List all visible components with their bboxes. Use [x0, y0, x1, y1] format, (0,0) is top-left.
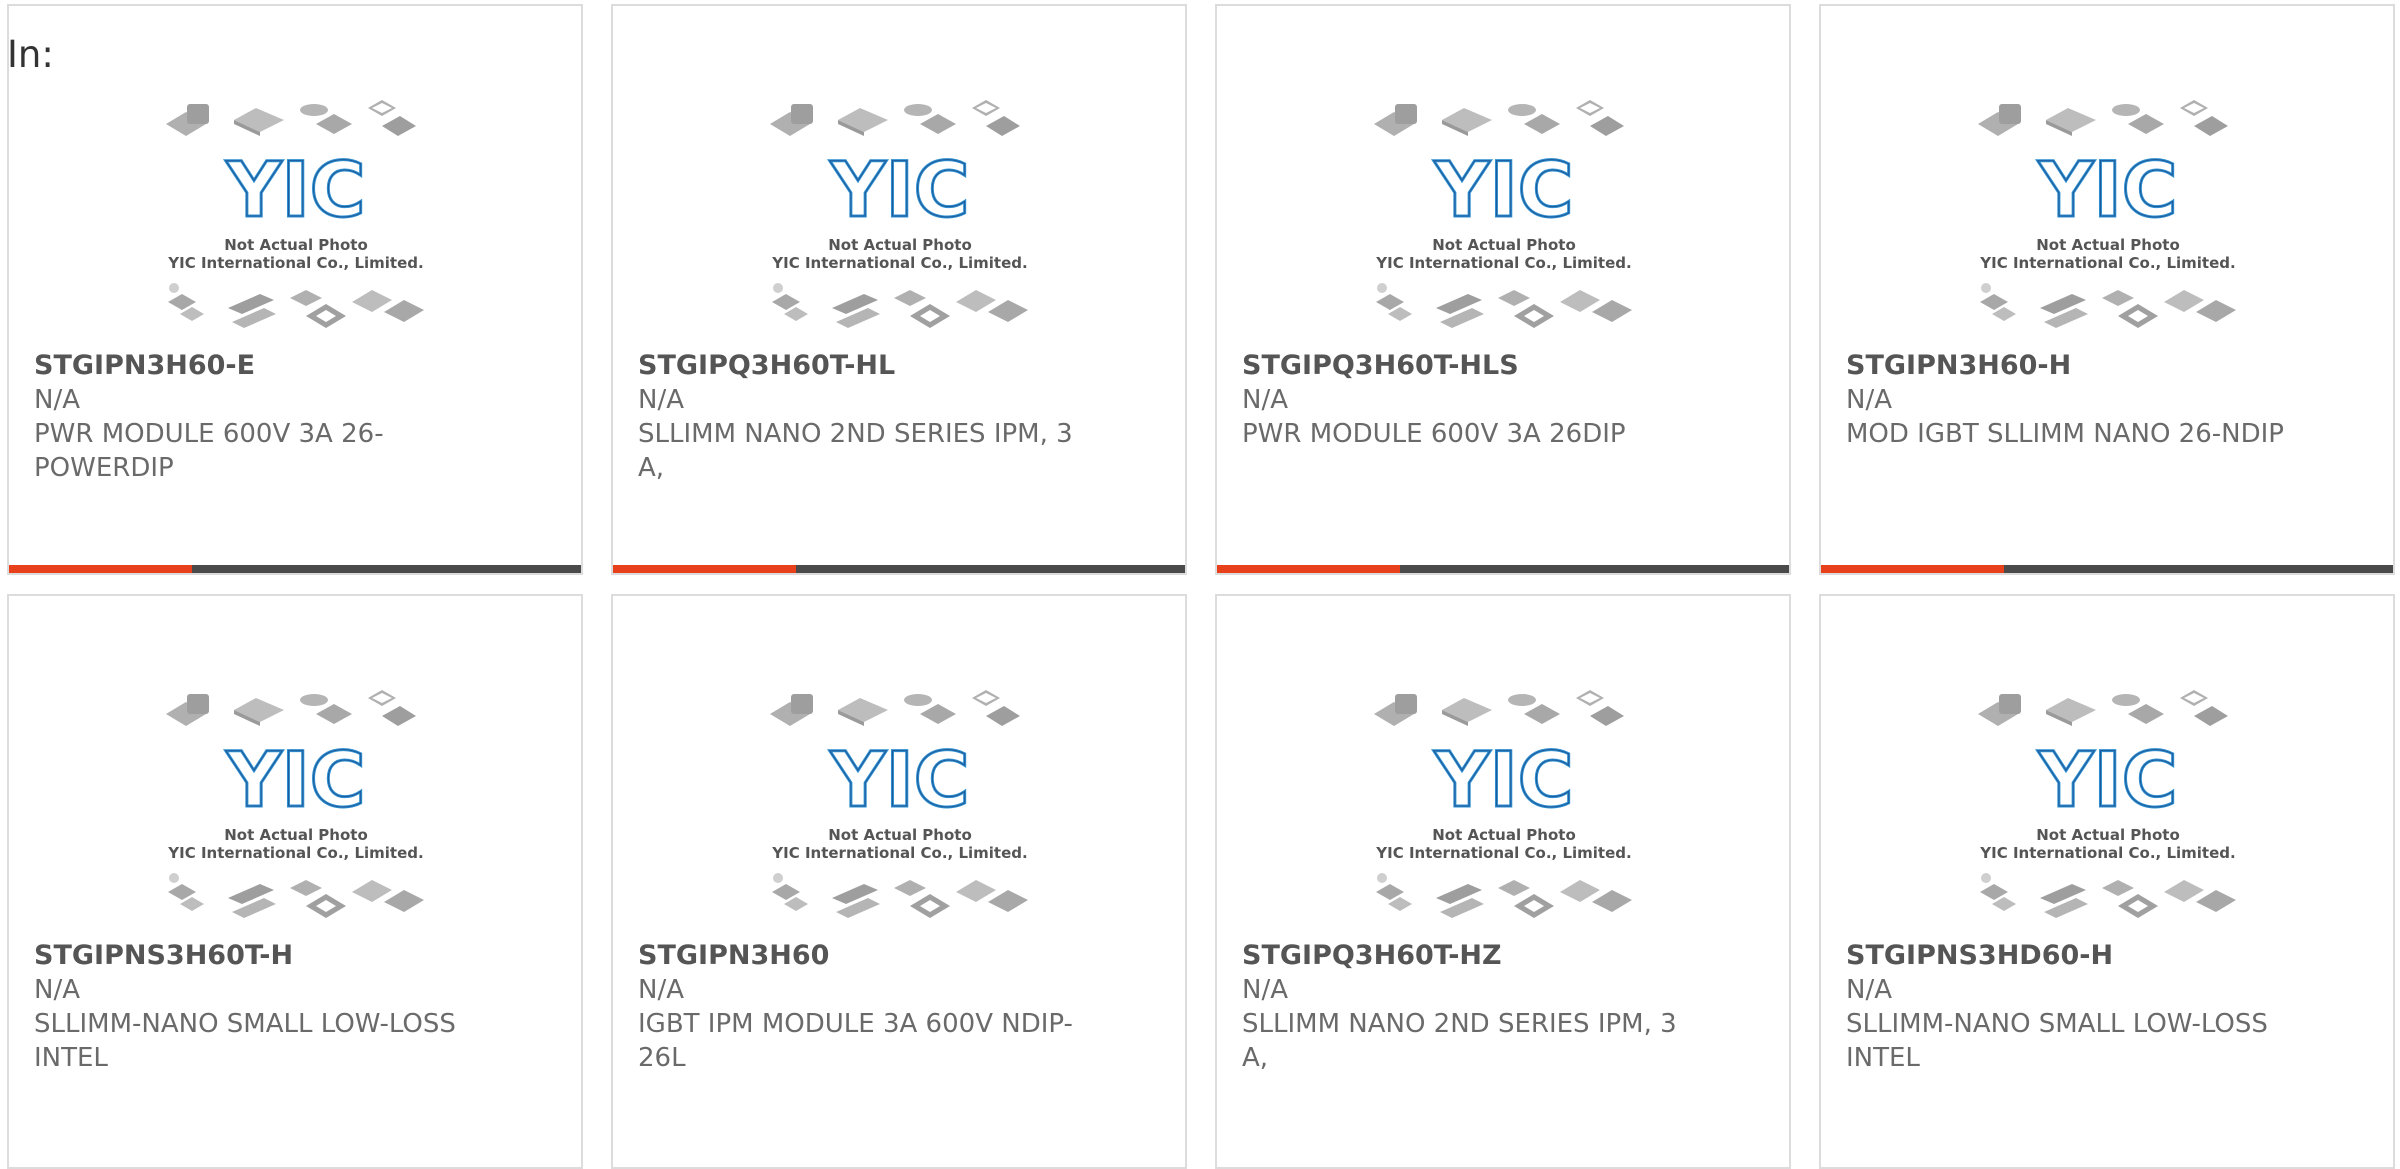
description: SLLIMM NANO 2ND SERIES IPM, 3 A, — [638, 419, 1073, 483]
accent-bar — [1821, 565, 2393, 573]
accent-bar — [9, 565, 581, 573]
part-number-link[interactable]: STGIPQ3H60T-HZ — [1242, 939, 1769, 973]
product-image[interactable]: Not Actual Photo YIC International Co., L… — [1968, 686, 2248, 926]
accent-bar-fill — [9, 565, 193, 573]
manufacturer: N/A — [34, 385, 80, 415]
product-image[interactable]: Not Actual Photo YIC International Co., L… — [1364, 686, 1644, 926]
part-number-link[interactable]: STGIPN3H60-E — [34, 349, 561, 383]
accent-bar — [1217, 565, 1789, 573]
description: MOD IGBT SLLIMM NANO 26-NDIP — [1846, 419, 2284, 449]
product-card[interactable]: Not Actual Photo YIC International Co., L… — [1819, 594, 2395, 1169]
product-card[interactable]: Not Actual Photo YIC International Co., L… — [7, 4, 583, 575]
company-caption: YIC International Co., Limited. — [771, 844, 1027, 862]
part-number-link[interactable]: STGIPN3H60-H — [1846, 349, 2373, 383]
not-actual-photo-caption: Not Actual Photo — [1432, 236, 1576, 254]
part-number-link[interactable]: STGIPNS3HD60-H — [1846, 939, 2373, 973]
description: IGBT IPM MODULE 3A 600V NDIP-26L — [638, 1009, 1073, 1073]
accent-bar-fill — [613, 565, 797, 573]
description: SLLIMM-NANO SMALL LOW-LOSS INTEL — [34, 1009, 456, 1073]
product-image[interactable]: Not Actual Photo YIC International Co., L… — [156, 686, 436, 926]
part-number-link[interactable]: STGIPQ3H60T-HL — [638, 349, 1165, 383]
not-actual-photo-caption: Not Actual Photo — [828, 236, 972, 254]
description: PWR MODULE 600V 3A 26DIP — [1242, 419, 1626, 449]
part-number-link[interactable]: STGIPQ3H60T-HLS — [1242, 349, 1769, 383]
manufacturer: N/A — [1846, 975, 1892, 1005]
accent-bar — [613, 565, 1185, 573]
accent-bar-fill — [1821, 565, 2005, 573]
company-caption: YIC International Co., Limited. — [1979, 844, 2235, 862]
description: SLLIMM NANO 2ND SERIES IPM, 3 A, — [1242, 1009, 1677, 1073]
product-card[interactable]: Not Actual Photo YIC International Co., L… — [1215, 4, 1791, 575]
accent-bar-fill — [1217, 565, 1401, 573]
manufacturer: N/A — [34, 975, 80, 1005]
product-card[interactable]: Not Actual Photo YIC International Co., L… — [1819, 4, 2395, 575]
product-card[interactable]: Not Actual Photo YIC International Co., L… — [1215, 594, 1791, 1169]
part-number-link[interactable]: STGIPN3H60 — [638, 939, 1165, 973]
product-image[interactable]: Not Actual Photo YIC International Co., L… — [760, 96, 1040, 336]
product-image[interactable]: Not Actual Photo YIC International Co., L… — [760, 686, 1040, 926]
not-actual-photo-caption: Not Actual Photo — [224, 826, 368, 844]
description: PWR MODULE 600V 3A 26-POWERDIP — [34, 419, 384, 483]
manufacturer: N/A — [638, 975, 684, 1005]
company-caption: YIC International Co., Limited. — [1979, 254, 2235, 272]
manufacturer: N/A — [1242, 975, 1288, 1005]
manufacturer: N/A — [638, 385, 684, 415]
part-number-link[interactable]: STGIPNS3H60T-H — [34, 939, 561, 973]
manufacturer: N/A — [1846, 385, 1892, 415]
company-caption: YIC International Co., Limited. — [771, 254, 1027, 272]
not-actual-photo-caption: Not Actual Photo — [2036, 236, 2180, 254]
not-actual-photo-caption: Not Actual Photo — [2036, 826, 2180, 844]
product-image[interactable]: Not Actual Photo YIC International Co., L… — [156, 96, 436, 336]
company-caption: YIC International Co., Limited. — [1375, 844, 1631, 862]
company-caption: YIC International Co., Limited. — [167, 254, 423, 272]
manufacturer: N/A — [1242, 385, 1288, 415]
product-image[interactable]: Not Actual Photo YIC International Co., L… — [1364, 96, 1644, 336]
not-actual-photo-caption: Not Actual Photo — [224, 236, 368, 254]
description: SLLIMM-NANO SMALL LOW-LOSS INTEL — [1846, 1009, 2268, 1073]
product-card[interactable]: Not Actual Photo YIC International Co., L… — [611, 594, 1187, 1169]
not-actual-photo-caption: Not Actual Photo — [1432, 826, 1576, 844]
company-caption: YIC International Co., Limited. — [167, 844, 423, 862]
company-caption: YIC International Co., Limited. — [1375, 254, 1631, 272]
not-actual-photo-caption: Not Actual Photo — [828, 826, 972, 844]
product-card[interactable]: Not Actual Photo YIC International Co., L… — [7, 594, 583, 1169]
product-card[interactable]: Not Actual Photo YIC International Co., L… — [611, 4, 1187, 575]
product-image[interactable]: Not Actual Photo YIC International Co., L… — [1968, 96, 2248, 336]
in-label: In: — [7, 33, 54, 76]
